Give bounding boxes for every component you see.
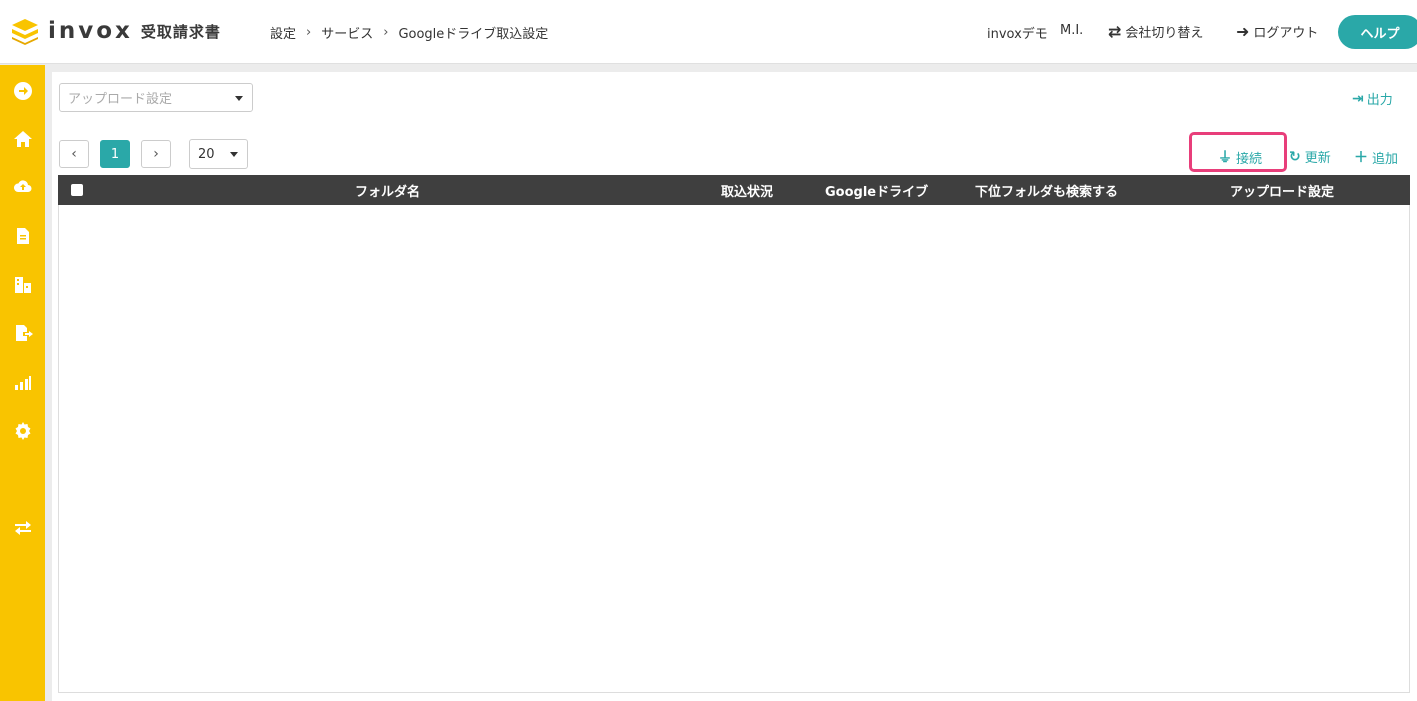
add-label: 追加 — [1372, 151, 1399, 167]
logo-subtitle: 受取請求書 — [140, 22, 221, 41]
switch-arrows-icon: ⇄ — [1108, 22, 1122, 41]
upload-setting-select[interactable]: アップロード設定 — [59, 83, 253, 112]
logo-icon — [12, 19, 38, 45]
plug-icon: ⏚ — [1218, 150, 1232, 166]
help-button[interactable]: ヘルプ — [1338, 15, 1417, 49]
export-icon: ⇥ — [1352, 90, 1364, 107]
user-name: M.I. — [1060, 23, 1084, 38]
plus-icon: ＋ — [1354, 150, 1368, 166]
sidebar-item-invoices[interactable] — [0, 221, 45, 251]
sidebar-item-export[interactable] — [0, 318, 45, 348]
refresh-button[interactable]: ↻ 更新 — [1289, 147, 1331, 167]
sidebar — [0, 65, 45, 701]
main-panel: アップロード設定 ⇥ 出力 ‹ 1 › 20 ⏚ 接続 ↻ 更新 ＋ 追加 フォ… — [52, 72, 1417, 701]
upload-setting-placeholder: アップロード設定 — [68, 92, 173, 107]
pager-current-page[interactable]: 1 — [100, 140, 130, 168]
column-search-subfolders[interactable]: 下位フォルダも検索する — [975, 175, 1118, 205]
sidebar-item-expand[interactable] — [0, 76, 45, 106]
caret-down-icon — [235, 96, 243, 101]
select-all-checkbox[interactable] — [71, 184, 83, 196]
switch-arrows-icon — [14, 521, 31, 535]
document-icon — [16, 228, 29, 244]
arrow-right-circle-icon — [13, 82, 32, 100]
chevron-right-icon: › — [383, 25, 389, 40]
file-export-icon — [15, 325, 33, 341]
export-label: 出力 — [1366, 93, 1393, 108]
connect-label: 接続 — [1236, 151, 1263, 167]
export-button[interactable]: ⇥ 出力 — [1352, 89, 1393, 109]
sidebar-item-upload[interactable] — [0, 172, 45, 202]
company-name: invoxデモ — [987, 27, 1048, 42]
pager-prev-button[interactable]: ‹ — [59, 140, 89, 168]
logo-text: invox — [48, 18, 133, 44]
cloud-upload-icon — [13, 180, 32, 192]
breadcrumb-item-settings[interactable]: 設定 — [270, 23, 296, 42]
building-icon — [14, 277, 31, 293]
logout-button[interactable]: ➜ ログアウト — [1236, 22, 1318, 41]
table-body — [58, 205, 1410, 693]
per-page-select[interactable]: 20 — [189, 139, 248, 169]
table-header: フォルダ名 取込状況 Googleドライブ 下位フォルダも検索する アップロード… — [58, 175, 1410, 205]
connect-button[interactable]: ⏚ 接続 — [1218, 147, 1262, 167]
switch-company-label: 会社切り替え — [1125, 26, 1204, 41]
chart-icon — [14, 376, 31, 390]
per-page-value: 20 — [198, 146, 215, 162]
gear-icon — [15, 422, 30, 440]
sidebar-item-vendors[interactable] — [0, 270, 45, 300]
sidebar-item-switch[interactable] — [0, 513, 45, 543]
refresh-icon: ↻ — [1289, 148, 1301, 165]
breadcrumb-item-current: Googleドライブ取込設定 — [398, 27, 549, 42]
column-upload-setting[interactable]: アップロード設定 — [1230, 175, 1334, 205]
sidebar-item-home[interactable] — [0, 124, 45, 154]
column-folder-name[interactable]: フォルダ名 — [355, 175, 420, 205]
column-import-status[interactable]: 取込状況 — [721, 175, 773, 205]
pager-next-button[interactable]: › — [141, 140, 171, 168]
switch-company-button[interactable]: ⇄ 会社切り替え — [1108, 22, 1203, 41]
sidebar-item-settings[interactable] — [0, 416, 45, 446]
logout-icon: ➜ — [1236, 22, 1250, 41]
column-google-drive[interactable]: Googleドライブ — [825, 175, 928, 205]
add-button[interactable]: ＋ 追加 — [1354, 147, 1398, 167]
refresh-label: 更新 — [1304, 151, 1331, 166]
breadcrumb: 設定 › サービス › Googleドライブ取込設定 — [270, 23, 548, 42]
top-header: invox 受取請求書 設定 › サービス › Googleドライブ取込設定 i… — [0, 0, 1417, 64]
sidebar-item-reports[interactable] — [0, 367, 45, 397]
home-icon — [13, 131, 32, 147]
breadcrumb-item-service[interactable]: サービス — [321, 23, 373, 42]
chevron-right-icon: › — [306, 25, 312, 40]
caret-down-icon — [230, 152, 238, 157]
logout-label: ログアウト — [1253, 26, 1319, 41]
app-logo[interactable]: invox 受取請求書 — [10, 16, 221, 46]
